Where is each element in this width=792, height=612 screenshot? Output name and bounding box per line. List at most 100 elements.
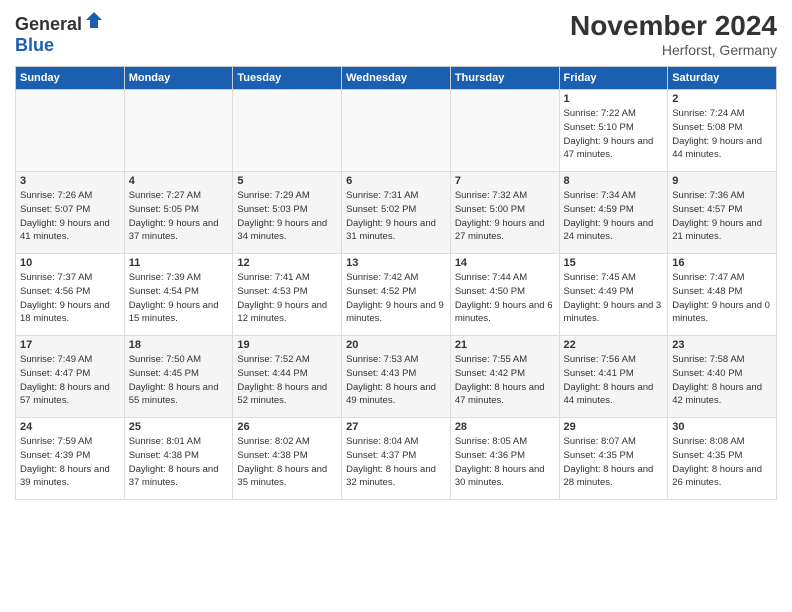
day-info: Sunrise: 7:22 AM Sunset: 5:10 PM Dayligh… (564, 107, 664, 162)
col-tuesday: Tuesday (233, 67, 342, 90)
day-info: Sunrise: 7:32 AM Sunset: 5:00 PM Dayligh… (455, 189, 555, 244)
table-row (233, 90, 342, 172)
day-number: 30 (672, 421, 772, 433)
day-info: Sunrise: 7:41 AM Sunset: 4:53 PM Dayligh… (237, 271, 337, 326)
calendar-week-row: 3 Sunrise: 7:26 AM Sunset: 5:07 PM Daylig… (16, 172, 777, 254)
day-number: 28 (455, 421, 555, 433)
day-number: 25 (129, 421, 229, 433)
day-info: Sunrise: 7:44 AM Sunset: 4:50 PM Dayligh… (455, 271, 555, 326)
table-row (16, 90, 125, 172)
table-row: 27 Sunrise: 8:04 AM Sunset: 4:37 PM Dayli… (342, 418, 451, 500)
logo-text: General Blue (15, 10, 104, 56)
day-number: 27 (346, 421, 446, 433)
table-row: 10Sunrise: 7:37 AM Sunset: 4:56 PM Dayli… (16, 254, 125, 336)
logo-general: General (15, 14, 82, 34)
day-number: 17 (20, 339, 120, 351)
table-row: 25 Sunrise: 8:01 AM Sunset: 4:38 PM Dayli… (124, 418, 233, 500)
day-info: Sunrise: 7:49 AM Sunset: 4:47 PM Dayligh… (20, 353, 120, 408)
day-number: 12 (237, 257, 337, 269)
day-info: Sunrise: 8:08 AM Sunset: 4:35 PM Dayligh… (672, 435, 772, 490)
day-number: 23 (672, 339, 772, 351)
table-row: 1Sunrise: 7:22 AM Sunset: 5:10 PM Daylig… (559, 90, 668, 172)
col-thursday: Thursday (450, 67, 559, 90)
day-number: 6 (346, 175, 446, 187)
day-number: 11 (129, 257, 229, 269)
day-number: 18 (129, 339, 229, 351)
logo-icon (84, 10, 104, 30)
table-row: 8 Sunrise: 7:34 AM Sunset: 4:59 PM Daylig… (559, 172, 668, 254)
day-number: 4 (129, 175, 229, 187)
table-row: 23 Sunrise: 7:58 AM Sunset: 4:40 PM Dayli… (668, 336, 777, 418)
table-row: 12 Sunrise: 7:41 AM Sunset: 4:53 PM Dayli… (233, 254, 342, 336)
table-row: 24 Sunrise: 7:59 AM Sunset: 4:39 PM Dayli… (16, 418, 125, 500)
day-info: Sunrise: 8:02 AM Sunset: 4:38 PM Dayligh… (237, 435, 337, 490)
day-info: Sunrise: 7:47 AM Sunset: 4:48 PM Dayligh… (672, 271, 772, 326)
day-info: Sunrise: 8:01 AM Sunset: 4:38 PM Dayligh… (129, 435, 229, 490)
day-info: Sunrise: 8:07 AM Sunset: 4:35 PM Dayligh… (564, 435, 664, 490)
day-info: Sunrise: 7:26 AM Sunset: 5:07 PM Dayligh… (20, 189, 120, 244)
location: Herforst, Germany (570, 42, 777, 58)
col-saturday: Saturday (668, 67, 777, 90)
table-row: 21 Sunrise: 7:55 AM Sunset: 4:42 PM Dayli… (450, 336, 559, 418)
day-number: 16 (672, 257, 772, 269)
day-number: 14 (455, 257, 555, 269)
day-info: Sunrise: 7:59 AM Sunset: 4:39 PM Dayligh… (20, 435, 120, 490)
calendar-week-row: 1Sunrise: 7:22 AM Sunset: 5:10 PM Daylig… (16, 90, 777, 172)
day-number: 3 (20, 175, 120, 187)
table-row: 20Sunrise: 7:53 AM Sunset: 4:43 PM Dayli… (342, 336, 451, 418)
day-info: Sunrise: 7:55 AM Sunset: 4:42 PM Dayligh… (455, 353, 555, 408)
table-row: 11 Sunrise: 7:39 AM Sunset: 4:54 PM Dayli… (124, 254, 233, 336)
table-row: 30 Sunrise: 8:08 AM Sunset: 4:35 PM Dayli… (668, 418, 777, 500)
day-info: Sunrise: 7:31 AM Sunset: 5:02 PM Dayligh… (346, 189, 446, 244)
day-info: Sunrise: 7:42 AM Sunset: 4:52 PM Dayligh… (346, 271, 446, 326)
table-row: 28 Sunrise: 8:05 AM Sunset: 4:36 PM Dayli… (450, 418, 559, 500)
month-title: November 2024 (570, 10, 777, 42)
col-monday: Monday (124, 67, 233, 90)
logo-blue: Blue (15, 35, 54, 55)
col-friday: Friday (559, 67, 668, 90)
table-row: 22Sunrise: 7:56 AM Sunset: 4:41 PM Dayli… (559, 336, 668, 418)
day-number: 9 (672, 175, 772, 187)
day-number: 20 (346, 339, 446, 351)
day-info: Sunrise: 8:04 AM Sunset: 4:37 PM Dayligh… (346, 435, 446, 490)
day-number: 7 (455, 175, 555, 187)
calendar-header-row: Sunday Monday Tuesday Wednesday Thursday… (16, 67, 777, 90)
day-number: 8 (564, 175, 664, 187)
day-info: Sunrise: 7:39 AM Sunset: 4:54 PM Dayligh… (129, 271, 229, 326)
day-number: 29 (564, 421, 664, 433)
table-row: 6 Sunrise: 7:31 AM Sunset: 5:02 PM Daylig… (342, 172, 451, 254)
table-row: 14 Sunrise: 7:44 AM Sunset: 4:50 PM Dayli… (450, 254, 559, 336)
table-row: 13Sunrise: 7:42 AM Sunset: 4:52 PM Dayli… (342, 254, 451, 336)
day-info: Sunrise: 7:58 AM Sunset: 4:40 PM Dayligh… (672, 353, 772, 408)
calendar-week-row: 17 Sunrise: 7:49 AM Sunset: 4:47 PM Dayli… (16, 336, 777, 418)
table-row: 19Sunrise: 7:52 AM Sunset: 4:44 PM Dayli… (233, 336, 342, 418)
calendar-week-row: 24 Sunrise: 7:59 AM Sunset: 4:39 PM Dayli… (16, 418, 777, 500)
col-sunday: Sunday (16, 67, 125, 90)
table-row (124, 90, 233, 172)
main-container: General Blue November 2024 Herforst, Ger… (0, 0, 792, 510)
day-info: Sunrise: 7:29 AM Sunset: 5:03 PM Dayligh… (237, 189, 337, 244)
day-info: Sunrise: 7:34 AM Sunset: 4:59 PM Dayligh… (564, 189, 664, 244)
title-block: November 2024 Herforst, Germany (570, 10, 777, 58)
day-info: Sunrise: 7:45 AM Sunset: 4:49 PM Dayligh… (564, 271, 664, 326)
day-info: Sunrise: 7:36 AM Sunset: 4:57 PM Dayligh… (672, 189, 772, 244)
day-info: Sunrise: 7:56 AM Sunset: 4:41 PM Dayligh… (564, 353, 664, 408)
day-number: 5 (237, 175, 337, 187)
day-info: Sunrise: 7:50 AM Sunset: 4:45 PM Dayligh… (129, 353, 229, 408)
day-number: 15 (564, 257, 664, 269)
day-number: 19 (237, 339, 337, 351)
day-info: Sunrise: 8:05 AM Sunset: 4:36 PM Dayligh… (455, 435, 555, 490)
logo: General Blue (15, 10, 104, 56)
day-number: 24 (20, 421, 120, 433)
table-row: 2 Sunrise: 7:24 AM Sunset: 5:08 PM Daylig… (668, 90, 777, 172)
table-row: 5 Sunrise: 7:29 AM Sunset: 5:03 PM Daylig… (233, 172, 342, 254)
day-info: Sunrise: 7:24 AM Sunset: 5:08 PM Dayligh… (672, 107, 772, 162)
day-number: 2 (672, 93, 772, 105)
table-row: 26 Sunrise: 8:02 AM Sunset: 4:38 PM Dayli… (233, 418, 342, 500)
day-number: 21 (455, 339, 555, 351)
table-row: 9 Sunrise: 7:36 AM Sunset: 4:57 PM Daylig… (668, 172, 777, 254)
table-row (342, 90, 451, 172)
day-number: 26 (237, 421, 337, 433)
calendar-week-row: 10Sunrise: 7:37 AM Sunset: 4:56 PM Dayli… (16, 254, 777, 336)
table-row: 7 Sunrise: 7:32 AM Sunset: 5:00 PM Daylig… (450, 172, 559, 254)
